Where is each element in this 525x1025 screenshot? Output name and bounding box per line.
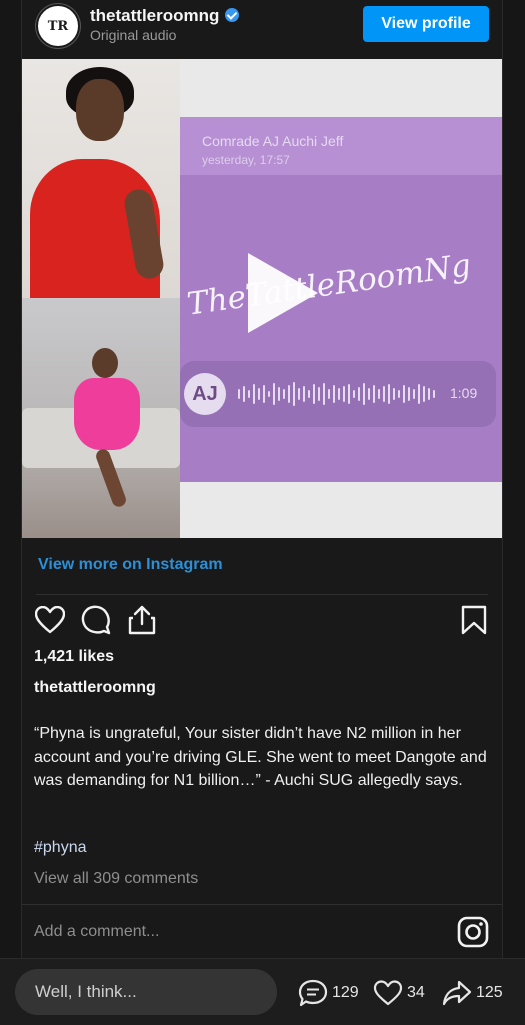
voice-note-bar: AJ 1:09 — [180, 361, 496, 427]
waveform-bar — [293, 382, 295, 406]
waveform-bar — [383, 386, 385, 402]
comment-icon — [81, 605, 111, 635]
view-more-link[interactable]: View more on Instagram — [38, 556, 223, 574]
comment-button[interactable] — [80, 604, 112, 636]
waveform-bar — [428, 388, 430, 400]
waveform-bar — [393, 388, 395, 400]
likes-count[interactable]: 1,421 likes — [34, 648, 114, 666]
waveform-bar — [328, 389, 330, 399]
voice-note-time: yesterday, 17:57 — [202, 153, 290, 167]
comments-count: 129 — [332, 984, 359, 1001]
share-button[interactable] — [126, 604, 158, 636]
like-button[interactable] — [34, 604, 66, 636]
waveform-bar — [363, 383, 365, 405]
username-text[interactable]: thetattleroomng — [90, 6, 219, 25]
waveform-bar — [248, 390, 250, 398]
waveform-bar — [368, 388, 370, 400]
waveform-bar — [298, 388, 300, 400]
likes-stat-count: 34 — [407, 984, 425, 1001]
waveform-bar — [423, 386, 425, 402]
waveform-bar — [243, 386, 245, 402]
bookmark-icon — [461, 605, 487, 635]
waveform-bar — [433, 390, 435, 398]
waveform-bar — [308, 390, 310, 398]
shares-count: 125 — [476, 984, 503, 1001]
waveform-bar — [288, 385, 290, 403]
share-icon — [128, 605, 156, 635]
save-button[interactable] — [458, 604, 490, 636]
watermark: TheTattleRoomNg — [184, 247, 474, 323]
waveform-bar — [348, 384, 350, 404]
add-comment-field[interactable]: Add a comment... — [34, 923, 159, 941]
photo-head-shape — [76, 79, 124, 141]
heart-icon — [35, 606, 65, 634]
verified-badge-icon — [225, 7, 240, 22]
likes-stat-button[interactable]: 34 — [373, 979, 425, 1007]
waveform-bar — [268, 391, 270, 397]
voice-note-sender: Comrade AJ Auchi Jeff — [202, 133, 344, 149]
waveform-bar — [238, 389, 240, 399]
waveform-bar — [343, 386, 345, 402]
waveform-bar — [408, 387, 410, 401]
divider — [36, 594, 488, 595]
share-arrow-icon — [442, 980, 472, 1006]
waveform-bar — [318, 387, 320, 401]
waveform-bar — [273, 383, 275, 405]
photo-pink-dress-shape — [74, 378, 140, 450]
shares-stat-button[interactable]: 125 — [442, 979, 503, 1007]
profile-avatar[interactable]: TR — [36, 4, 80, 48]
heart-outline-icon — [373, 980, 403, 1006]
waveform-bar — [303, 386, 305, 402]
view-profile-button[interactable]: View profile — [363, 6, 489, 42]
photo-head-shape — [92, 348, 118, 378]
waveform-bar — [283, 389, 285, 399]
voice-note-duration: 1:09 — [450, 385, 478, 401]
waveform-bar — [353, 390, 355, 398]
voice-note-header: Comrade AJ Auchi Jeff yesterday, 17:57 — [180, 117, 502, 175]
waveform-bar — [253, 384, 255, 404]
comments-stat-button[interactable]: 129 — [298, 979, 359, 1007]
waveform-bar — [333, 385, 335, 403]
voice-note-avatar: AJ — [184, 373, 226, 415]
photo-red-dress — [22, 59, 180, 298]
waveform-bar — [358, 387, 360, 401]
instagram-icon[interactable] — [457, 916, 489, 948]
waveform-bar — [278, 387, 280, 401]
waveform-bar — [398, 390, 400, 398]
waveform-bar — [313, 384, 315, 404]
waveform-bar — [378, 389, 380, 399]
voice-note-screenshot: Comrade AJ Auchi Jeff yesterday, 17:57 T… — [180, 117, 502, 482]
waveform-bar — [403, 385, 405, 403]
comment-input[interactable]: Well, I think... — [15, 969, 277, 1015]
bottom-comment-bar: Well, I think... 129 34 125 — [0, 958, 525, 1025]
waveform — [238, 381, 438, 407]
waveform-bar — [338, 388, 340, 400]
waveform-bar — [418, 384, 420, 404]
waveform-bar — [413, 389, 415, 399]
view-comments-link[interactable]: View all 309 comments — [34, 870, 198, 888]
caption-text: “Phyna is ungrateful, Your sister didn’t… — [34, 725, 487, 789]
waveform-bar — [323, 383, 325, 405]
waveform-bar — [263, 385, 265, 403]
post-header: TR thetattleroomng Original audio View p… — [22, 0, 502, 58]
waveform-bar — [388, 384, 390, 404]
waveform-bar — [373, 385, 375, 403]
audio-subtitle[interactable]: Original audio — [90, 27, 176, 43]
waveform-bar — [258, 388, 260, 400]
photo-pink-dress — [22, 298, 180, 538]
comment-bubble-icon — [298, 979, 328, 1007]
post-media[interactable]: Comrade AJ Auchi Jeff yesterday, 17:57 T… — [22, 59, 502, 538]
hashtag-link[interactable]: #phyna — [34, 839, 87, 857]
divider — [22, 904, 502, 905]
username[interactable]: thetattleroomng — [90, 6, 240, 26]
instagram-logo-glyph — [457, 916, 489, 948]
caption-username[interactable]: thetattleroomng — [34, 679, 156, 697]
instagram-embed-card: TR thetattleroomng Original audio View p… — [21, 0, 503, 958]
